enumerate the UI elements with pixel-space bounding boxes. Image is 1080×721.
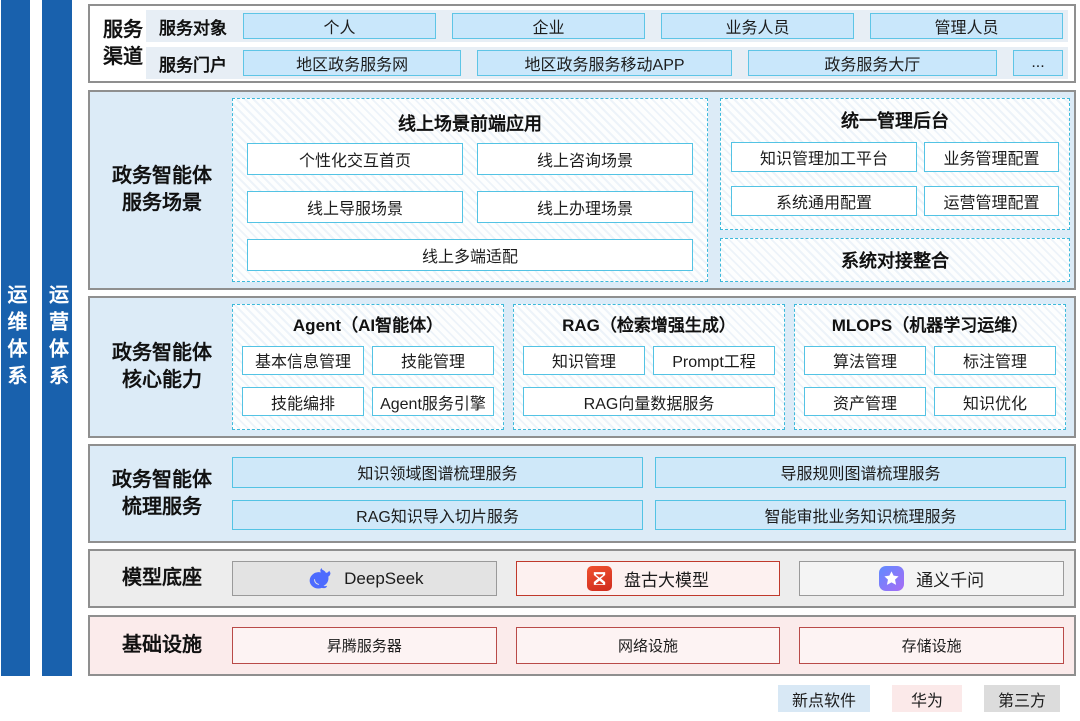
service-targets-row: 服务对象 个人 企业 业务人员 管理人员 — [146, 10, 1068, 42]
service-portal-item: 政务服务大厅 — [747, 50, 997, 76]
agent-items: 基本信息管理 技能管理 技能编排 Agent服务引擎 — [242, 341, 494, 421]
group-frontend-apps: 线上场景前端应用 个性化交互首页 线上咨询场景 线上导服场景 线上办理场景 线上… — [232, 98, 708, 282]
infrastructure-items: 昇腾服务器 网络设施 存储设施 — [232, 627, 1065, 664]
service-portal-item: 地区政务服务移动APP — [477, 50, 732, 76]
admin-items: 知识管理加工平台 业务管理配置 系统通用配置 运营管理配置 — [731, 137, 1059, 221]
legend-third-party: 第三方 — [983, 685, 1060, 712]
rag-items: 知识管理 Prompt工程 RAG向量数据服务 — [523, 341, 775, 421]
section-model-base: 模型底座 DeepSeek 盘古大模型 通义千问 — [88, 549, 1076, 608]
infra-item: 存储设施 — [799, 627, 1065, 664]
mlops-items: 算法管理 标注管理 资产管理 知识优化 — [804, 341, 1056, 421]
capability-item: Agent服务引擎 — [372, 387, 494, 417]
deepseek-whale-icon — [305, 565, 332, 592]
group-system-integration: 系统对接整合 — [720, 238, 1070, 282]
sorting-item: RAG知识导入切片服务 — [232, 499, 643, 530]
model-tongyi: 通义千问 — [799, 561, 1065, 596]
legend-huawei: 华为 — [891, 685, 962, 712]
capability-item: 技能管理 — [372, 345, 494, 375]
section-core-capability: 政务智能体核心能力 Agent（AI智能体） 基本信息管理 技能管理 技能编排 … — [88, 296, 1076, 438]
section-title: 模型底座 — [122, 567, 202, 589]
rail-operation: 运营体系 — [42, 0, 72, 676]
section-title: 政务智能体核心能力 — [112, 342, 212, 391]
sorting-service-items: 知识领域图谱梳理服务 导服规则图谱梳理服务 RAG知识导入切片服务 智能审批业务… — [232, 457, 1066, 530]
service-target-item: 个人 — [243, 13, 436, 39]
section-title: 政务智能体梳理服务 — [112, 468, 212, 518]
row-label: 服务门户 — [159, 55, 227, 75]
group-agent: Agent（AI智能体） 基本信息管理 技能管理 技能编排 Agent服务引擎 — [232, 304, 504, 430]
service-targets-items: 个人 企业 业务人员 管理人员 — [243, 13, 1063, 39]
capability-item: 知识管理 — [523, 345, 645, 375]
architecture-diagram: 运维体系 运营体系 服务渠道 服务对象 个人 企业 业务人员 管理人员 服务门户… — [0, 0, 1080, 721]
rail-label: 运维体系 — [4, 284, 26, 392]
model-deepseek: DeepSeek — [232, 561, 497, 596]
capability-item: Prompt工程 — [653, 345, 775, 375]
group-mlops: MLOPS（机器学习运维） 算法管理 标注管理 资产管理 知识优化 — [794, 304, 1066, 430]
scene-item: 个性化交互首页 — [247, 143, 463, 175]
rail-ops-maintenance: 运维体系 — [1, 0, 30, 676]
capability-item: 基本信息管理 — [242, 345, 364, 375]
group-admin-backend: 统一管理后台 知识管理加工平台 业务管理配置 系统通用配置 运营管理配置 — [720, 98, 1070, 230]
legend-xindian: 新点软件 — [777, 685, 870, 712]
service-portal-more: ... — [1013, 50, 1063, 76]
section-title: 基础设施 — [122, 634, 202, 656]
frontend-items: 个性化交互首页 线上咨询场景 线上导服场景 线上办理场景 线上多端适配 — [247, 141, 693, 271]
capability-item: 算法管理 — [804, 345, 926, 375]
tongyi-star-icon — [879, 566, 905, 591]
scene-item: 线上导服场景 — [247, 191, 463, 223]
model-pangu: 盘古大模型 — [515, 561, 781, 596]
capability-item: RAG向量数据服务 — [523, 387, 775, 417]
infra-item: 昇腾服务器 — [232, 627, 497, 664]
vendor-legend: 新点软件 华为 第三方 — [88, 685, 1060, 712]
service-target-item: 管理人员 — [870, 13, 1063, 39]
model-label: DeepSeek — [344, 568, 424, 588]
infra-item: 网络设施 — [515, 627, 781, 664]
section-title: 服务渠道 — [103, 18, 143, 68]
model-label: 通义千问 — [916, 571, 985, 590]
group-title: 系统对接整合 — [841, 251, 949, 271]
section-title: 政务智能体服务场景 — [112, 165, 212, 214]
admin-item: 业务管理配置 — [924, 142, 1059, 172]
admin-item: 系统通用配置 — [731, 186, 918, 216]
service-channel-rows: 服务对象 个人 企业 业务人员 管理人员 服务门户 地区政务服务网 地区政务服务… — [146, 10, 1068, 79]
section-sorting-service: 政务智能体梳理服务 知识领域图谱梳理服务 导服规则图谱梳理服务 RAG知识导入切… — [88, 444, 1076, 543]
row-label: 服务对象 — [159, 18, 227, 38]
service-portals-row: 服务门户 地区政务服务网 地区政务服务移动APP 政务服务大厅 ... — [146, 47, 1068, 79]
scene-item: 线上多端适配 — [247, 239, 693, 271]
rail-label: 运营体系 — [45, 284, 68, 392]
section-infrastructure: 基础设施 昇腾服务器 网络设施 存储设施 — [88, 615, 1076, 676]
group-title: Agent（AI智能体） — [292, 316, 444, 335]
capability-item: 资产管理 — [804, 387, 926, 417]
sorting-item: 导服规则图谱梳理服务 — [655, 457, 1066, 488]
model-label: 盘古大模型 — [624, 571, 709, 590]
service-portals-items: 地区政务服务网 地区政务服务移动APP 政务服务大厅 ... — [243, 50, 1063, 76]
group-title: 统一管理后台 — [841, 111, 949, 131]
sorting-item: 智能审批业务知识梳理服务 — [655, 499, 1066, 530]
service-target-item: 企业 — [452, 13, 645, 39]
capability-item: 标注管理 — [934, 345, 1056, 375]
scene-item: 线上办理场景 — [477, 191, 693, 223]
sorting-item: 知识领域图谱梳理服务 — [232, 457, 643, 488]
section-service-channel: 服务渠道 服务对象 个人 企业 业务人员 管理人员 服务门户 地区政务服务网 地… — [88, 4, 1076, 83]
service-target-item: 业务人员 — [661, 13, 854, 39]
admin-item: 知识管理加工平台 — [731, 142, 918, 172]
core-capability-groups: Agent（AI智能体） 基本信息管理 技能管理 技能编排 Agent服务引擎 … — [232, 304, 1066, 430]
service-portal-item: 地区政务服务网 — [243, 50, 462, 76]
capability-item: 知识优化 — [934, 387, 1056, 417]
group-title: 线上场景前端应用 — [398, 114, 542, 134]
model-base-items: DeepSeek 盘古大模型 通义千问 — [232, 561, 1065, 596]
group-rag: RAG（检索增强生成） 知识管理 Prompt工程 RAG向量数据服务 — [513, 304, 785, 430]
scene-item: 线上咨询场景 — [477, 143, 693, 175]
group-title: MLOPS（机器学习运维） — [831, 316, 1029, 335]
group-title: RAG（检索增强生成） — [562, 316, 736, 335]
admin-item: 运营管理配置 — [924, 186, 1059, 216]
pangu-hourglass-icon — [587, 566, 612, 591]
section-service-scene: 政务智能体服务场景 线上场景前端应用 个性化交互首页 线上咨询场景 线上导服场景… — [88, 90, 1076, 290]
capability-item: 技能编排 — [242, 387, 364, 417]
